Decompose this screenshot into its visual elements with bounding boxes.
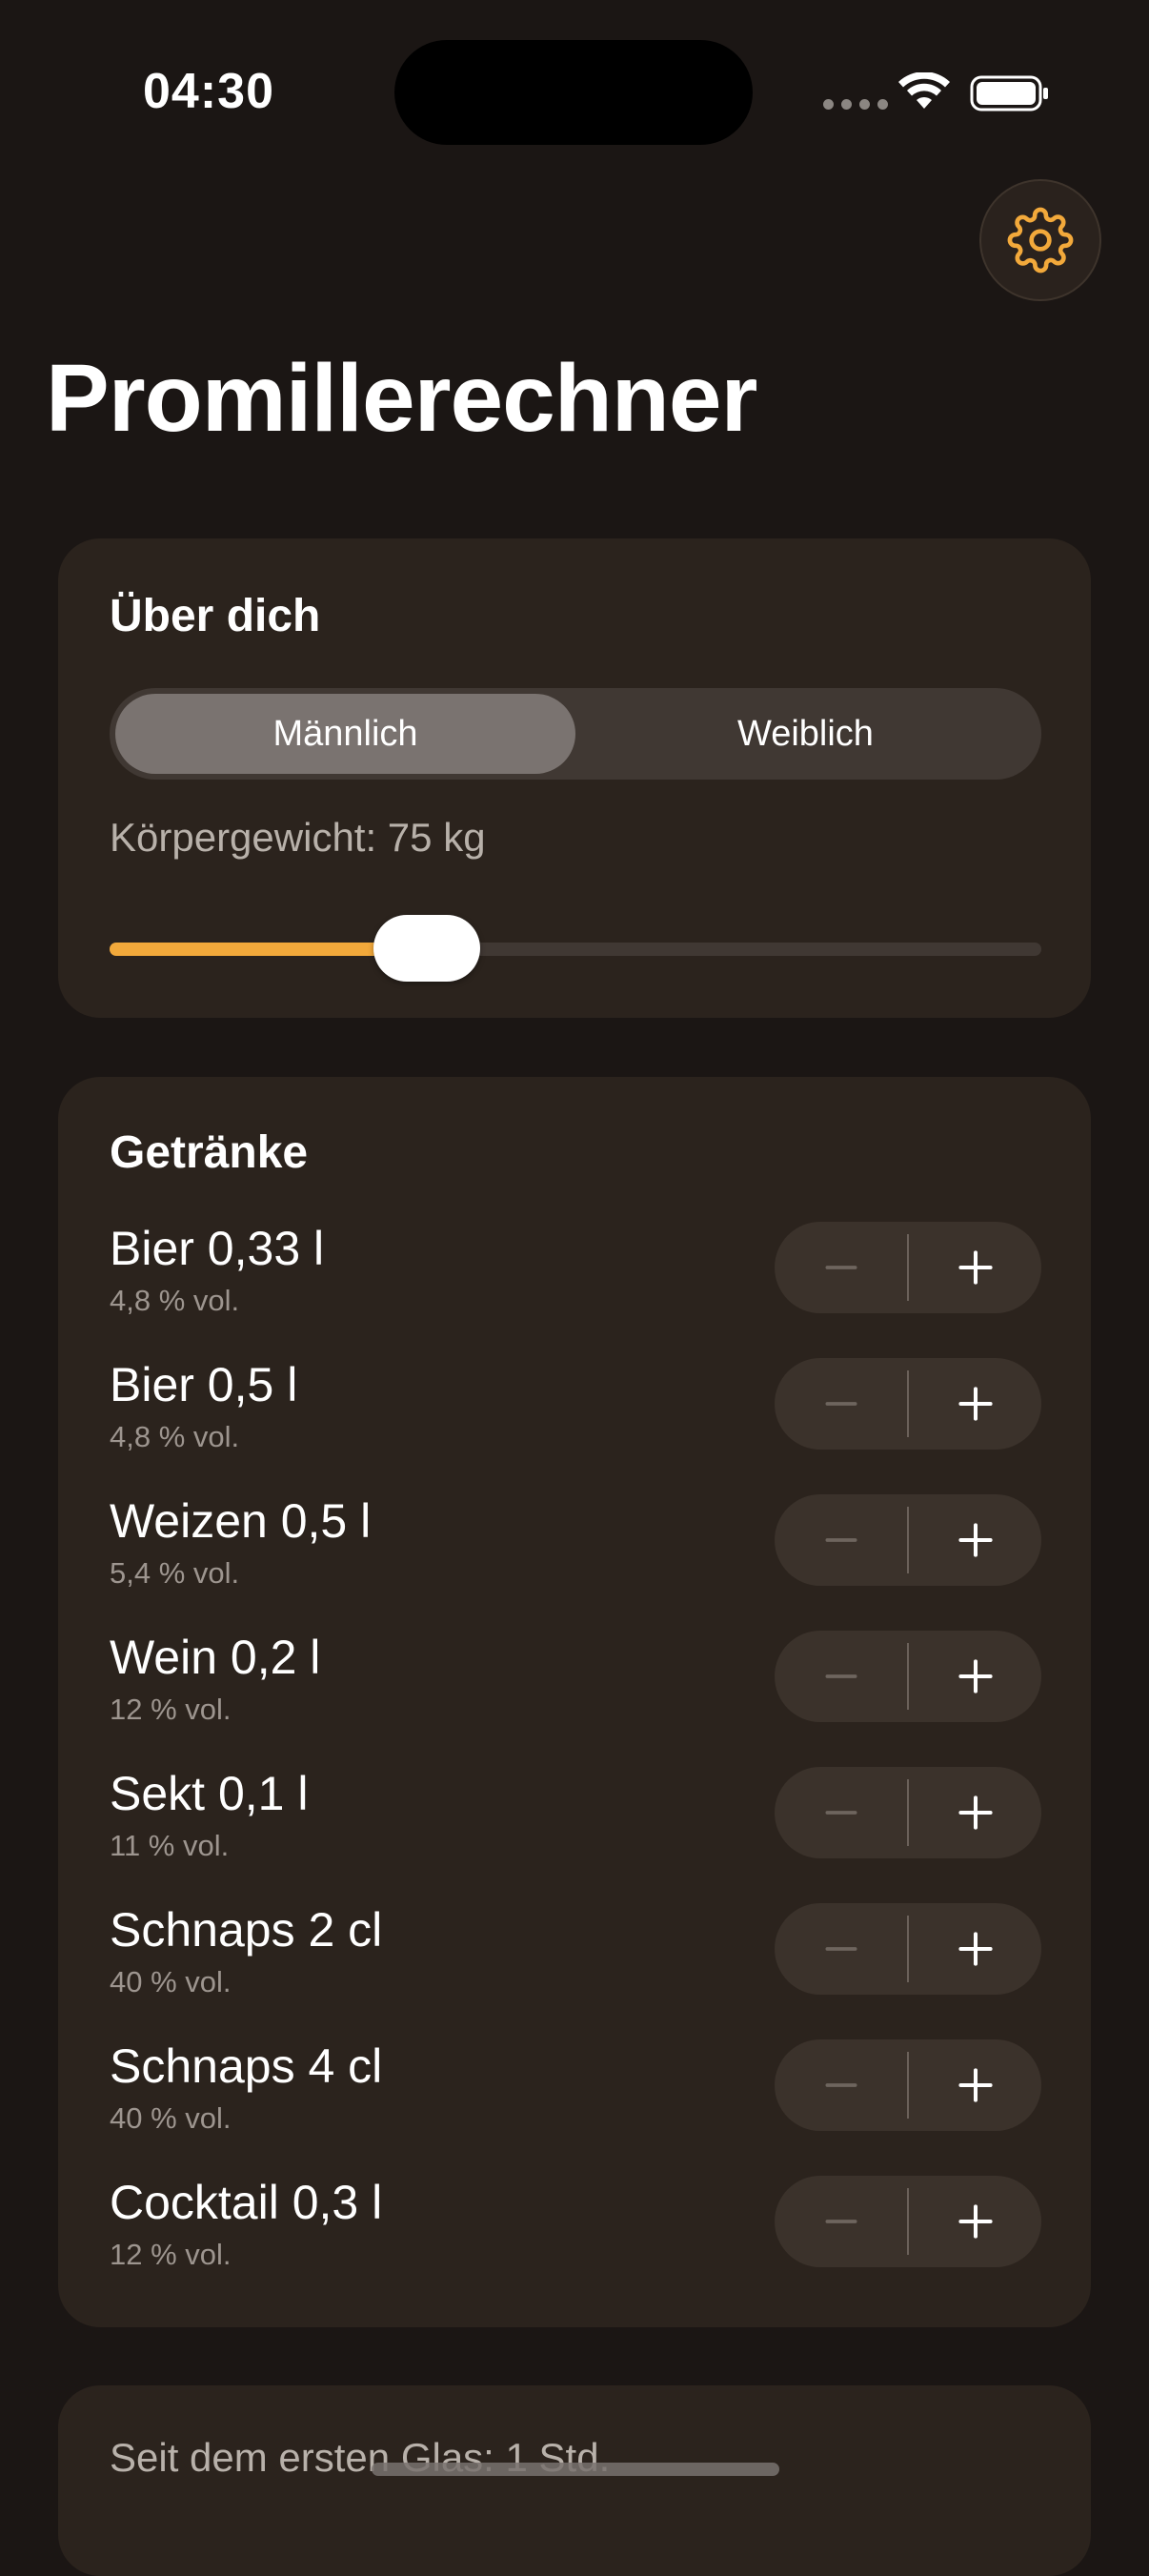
drink-stepper bbox=[775, 1631, 1041, 1722]
minus-icon bbox=[820, 1519, 862, 1561]
decrement-button[interactable] bbox=[775, 1222, 907, 1313]
minus-icon bbox=[820, 1383, 862, 1425]
drinks-card: Getränke Bier 0,33 l 4,8 % vol. Bier 0,5 l… bbox=[58, 1077, 1091, 2327]
drink-row: Schnaps 2 cl 40 % vol. bbox=[110, 1901, 1041, 2006]
increment-button[interactable] bbox=[909, 1903, 1041, 1995]
segment-male[interactable]: Männlich bbox=[115, 694, 575, 774]
decrement-button[interactable] bbox=[775, 2039, 907, 2131]
drink-stepper bbox=[775, 1494, 1041, 1586]
about-card: Über dich Männlich Weiblich Körpergewich… bbox=[58, 538, 1091, 1018]
dynamic-island bbox=[394, 40, 753, 145]
plus-icon bbox=[955, 2201, 997, 2242]
plus-icon bbox=[955, 1247, 997, 1288]
drink-abv: 12 % vol. bbox=[110, 2238, 232, 2271]
drink-abv: 40 % vol. bbox=[110, 2101, 232, 2135]
increment-button[interactable] bbox=[909, 2039, 1041, 2131]
drink-name: Schnaps 2 cl bbox=[110, 1903, 383, 1957]
drink-abv: 4,8 % vol. bbox=[110, 1284, 240, 1317]
signal-dots-icon bbox=[823, 99, 888, 110]
drink-abv: 11 % vol. bbox=[110, 1829, 230, 1862]
plus-icon bbox=[955, 1519, 997, 1561]
decrement-button[interactable] bbox=[775, 1903, 907, 1995]
minus-icon bbox=[820, 2064, 862, 2106]
plus-icon bbox=[955, 1792, 997, 1834]
drink-stepper bbox=[775, 1767, 1041, 1858]
increment-button[interactable] bbox=[909, 1767, 1041, 1858]
status-bar: 04:30 bbox=[0, 0, 1149, 191]
increment-button[interactable] bbox=[909, 1631, 1041, 1722]
increment-button[interactable] bbox=[909, 1222, 1041, 1313]
minus-icon bbox=[820, 1655, 862, 1697]
wifi-icon bbox=[898, 72, 950, 109]
drink-name: Schnaps 4 cl bbox=[110, 2039, 383, 2093]
summary-card: Seit dem ersten Glas: 1 Std. bbox=[58, 2385, 1091, 2576]
plus-icon bbox=[955, 1928, 997, 1970]
drink-stepper bbox=[775, 2039, 1041, 2131]
drink-abv: 4,8 % vol. bbox=[110, 1420, 240, 1453]
drink-abv: 12 % vol. bbox=[110, 1693, 232, 1726]
minus-icon bbox=[820, 1792, 862, 1834]
battery-icon bbox=[970, 75, 1048, 112]
minus-icon bbox=[820, 1247, 862, 1288]
minus-icon bbox=[820, 2201, 862, 2242]
decrement-button[interactable] bbox=[775, 2176, 907, 2267]
drink-name: Bier 0,5 l bbox=[110, 1358, 298, 1411]
drink-stepper bbox=[775, 1903, 1041, 1995]
gear-icon bbox=[1007, 207, 1074, 274]
drink-row: Bier 0,5 l 4,8 % vol. bbox=[110, 1356, 1041, 1461]
minus-icon bbox=[820, 1928, 862, 1970]
drink-row: Wein 0,2 l 12 % vol. bbox=[110, 1629, 1041, 1734]
decrement-button[interactable] bbox=[775, 1631, 907, 1722]
gender-segmented-control: Männlich Weiblich bbox=[110, 688, 1041, 780]
page-title: Promillerechner bbox=[46, 345, 757, 452]
drink-row: Sekt 0,1 l 11 % vol. bbox=[110, 1765, 1041, 1870]
increment-button[interactable] bbox=[909, 2176, 1041, 2267]
about-card-title: Über dich bbox=[110, 591, 321, 641]
drink-stepper bbox=[775, 1358, 1041, 1450]
drink-abv: 40 % vol. bbox=[110, 1965, 232, 1998]
decrement-button[interactable] bbox=[775, 1767, 907, 1858]
drink-row: Bier 0,33 l 4,8 % vol. bbox=[110, 1220, 1041, 1325]
drink-name: Weizen 0,5 l bbox=[110, 1494, 372, 1548]
drink-stepper bbox=[775, 2176, 1041, 2267]
weight-label: Körpergewicht: 75 kg bbox=[110, 815, 486, 860]
drinks-card-title: Getränke bbox=[110, 1127, 309, 1178]
weight-slider[interactable] bbox=[110, 915, 1041, 982]
plus-icon bbox=[955, 1655, 997, 1697]
decrement-button[interactable] bbox=[775, 1494, 907, 1586]
drink-row: Cocktail 0,3 l 12 % vol. bbox=[110, 2174, 1041, 2279]
drink-name: Sekt 0,1 l bbox=[110, 1767, 309, 1820]
drink-name: Wein 0,2 l bbox=[110, 1631, 321, 1684]
drink-abv: 5,4 % vol. bbox=[110, 1556, 240, 1590]
drink-name: Bier 0,33 l bbox=[110, 1222, 325, 1275]
drink-row: Schnaps 4 cl 40 % vol. bbox=[110, 2038, 1041, 2142]
segment-female[interactable]: Weiblich bbox=[575, 694, 1036, 774]
drink-name: Cocktail 0,3 l bbox=[110, 2176, 383, 2229]
plus-icon bbox=[955, 1383, 997, 1425]
drink-stepper bbox=[775, 1222, 1041, 1313]
status-time: 04:30 bbox=[143, 64, 274, 119]
plus-icon bbox=[955, 2064, 997, 2106]
increment-button[interactable] bbox=[909, 1358, 1041, 1450]
increment-button[interactable] bbox=[909, 1494, 1041, 1586]
home-indicator bbox=[372, 2463, 779, 2476]
drink-row: Weizen 0,5 l 5,4 % vol. bbox=[110, 1492, 1041, 1597]
settings-button[interactable] bbox=[979, 179, 1101, 301]
slider-thumb[interactable] bbox=[373, 915, 480, 982]
decrement-button[interactable] bbox=[775, 1358, 907, 1450]
